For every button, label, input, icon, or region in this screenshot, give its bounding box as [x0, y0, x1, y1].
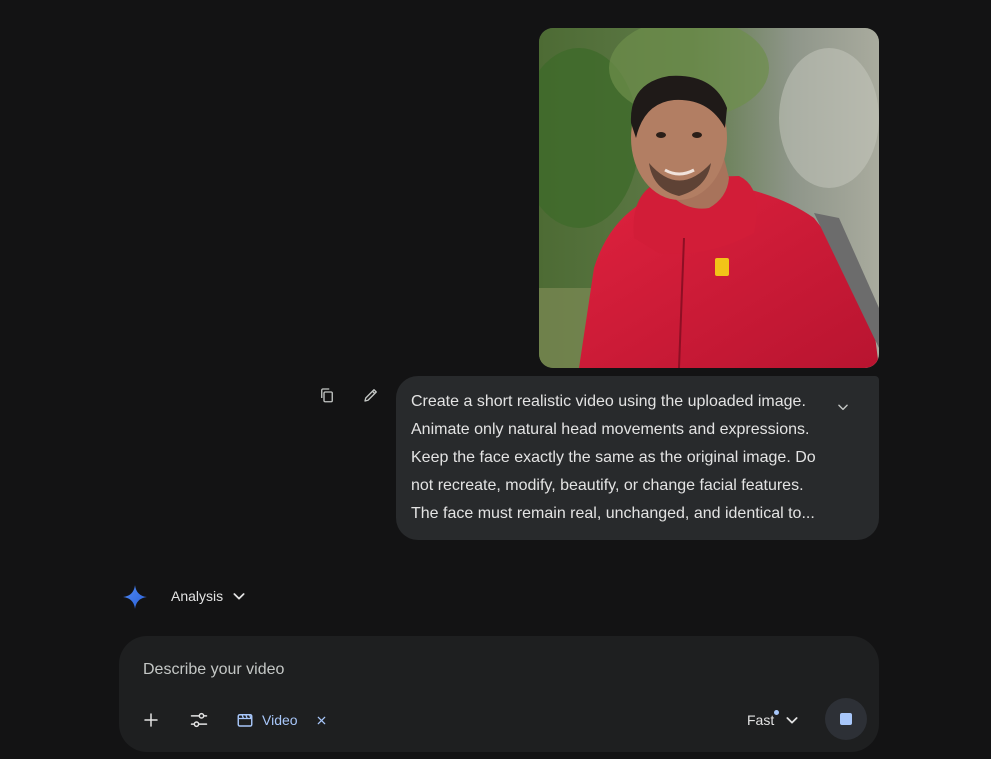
edit-button[interactable] [357, 381, 385, 409]
speed-mode-label-wrap: Fast [747, 710, 780, 728]
user-prompt-bubble: Create a short realistic video using the… [396, 376, 879, 540]
expand-prompt-button[interactable] [832, 396, 854, 418]
tools-button[interactable] [179, 700, 219, 740]
new-indicator-dot [774, 710, 780, 715]
composer: Video Fast [119, 636, 879, 752]
analysis-mode-label: Analysis [171, 588, 224, 604]
pencil-icon [364, 389, 377, 402]
remove-video-chip-button[interactable] [314, 712, 330, 728]
add-button[interactable] [131, 700, 171, 740]
plus-icon [144, 713, 158, 727]
copy-button[interactable] [313, 381, 341, 409]
prompt-text: Create a short realistic video using the… [411, 393, 816, 522]
person-photo [539, 28, 879, 368]
tune-icon [190, 712, 208, 728]
close-icon [317, 716, 326, 724]
video-chip-label: Video [262, 712, 298, 728]
chevron-down-icon [786, 717, 798, 724]
stop-icon [840, 713, 852, 725]
chat-page: Create a short realistic video using the… [0, 0, 991, 759]
gemini-spark-icon [123, 585, 147, 609]
describe-video-input[interactable] [141, 656, 745, 684]
video-chip[interactable]: Video [230, 706, 336, 734]
copy-icon [321, 388, 333, 403]
stop-generation-button[interactable] [825, 698, 867, 740]
speed-mode-dropdown[interactable]: Fast [743, 706, 804, 734]
chevron-down-icon [233, 593, 245, 600]
speed-mode-label: Fast [747, 712, 775, 728]
clapperboard-icon [237, 714, 253, 727]
analysis-mode-dropdown[interactable]: Analysis [163, 582, 255, 610]
uploaded-image[interactable] [539, 28, 879, 368]
chevron-down-icon [838, 404, 848, 411]
